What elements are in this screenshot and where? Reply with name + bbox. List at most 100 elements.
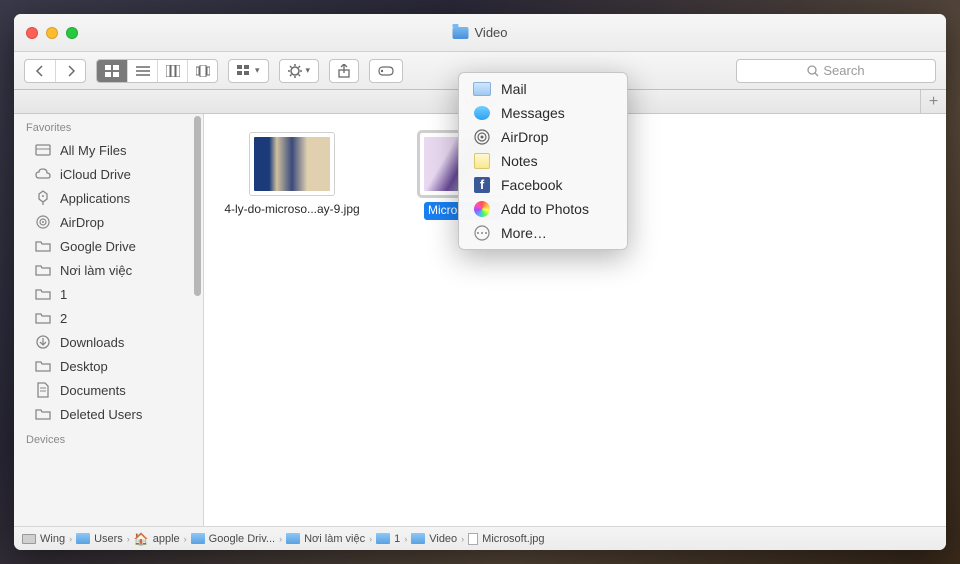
traffic-lights	[14, 27, 78, 39]
sidebar-item-label: iCloud Drive	[60, 167, 131, 182]
path-separator: ›	[69, 534, 72, 544]
close-button[interactable]	[26, 27, 38, 39]
icon-view-button[interactable]	[97, 60, 127, 82]
sidebar-item-label: AirDrop	[60, 215, 104, 230]
menu-item-label: Facebook	[501, 177, 562, 193]
path-bar: Wing › Users › 🏠apple › Google Driv... › Nơi làm…	[14, 526, 946, 550]
breadcrumb-label: apple	[153, 533, 180, 545]
breadcrumb-label: Microsoft.jpg	[482, 533, 544, 545]
sidebar-item-label: Google Drive	[60, 239, 136, 254]
share-button[interactable]	[329, 59, 359, 83]
sidebar-item[interactable]: 1	[14, 282, 203, 306]
coverflow-view-button[interactable]	[187, 60, 217, 82]
menu-item-label: Add to Photos	[501, 201, 589, 217]
folder-icon	[34, 286, 52, 302]
folder-icon	[452, 27, 468, 39]
share-menu-item-photos[interactable]: Add to Photos	[459, 197, 627, 221]
sidebar-item[interactable]: iCloud Drive	[14, 162, 203, 186]
downloads-icon	[34, 334, 52, 350]
more-icon	[473, 224, 491, 242]
path-separator: ›	[369, 534, 372, 544]
sidebar-item-label: Nơi làm việc	[60, 263, 132, 278]
share-menu-item-notes[interactable]: Notes	[459, 149, 627, 173]
sidebar-item-label: 1	[60, 287, 67, 302]
folder-icon	[34, 406, 52, 422]
all-files-icon	[34, 142, 52, 158]
sidebar: Favorites All My Files iCloud Drive Applica…	[14, 114, 204, 526]
window-title: Video	[452, 25, 507, 40]
share-menu: Mail Messages AirDrop Notes f Facebook Add to …	[458, 72, 628, 250]
file-item[interactable]: 4-ly-do-microso...ay-9.jpg	[222, 132, 362, 218]
sidebar-item[interactable]: AirDrop	[14, 210, 203, 234]
folder-icon	[34, 358, 52, 374]
path-separator: ›	[127, 534, 130, 544]
share-menu-item-more[interactable]: More…	[459, 221, 627, 245]
titlebar: Video	[14, 14, 946, 52]
sidebar-scrollbar[interactable]	[194, 116, 201, 296]
share-menu-item-facebook[interactable]: f Facebook	[459, 173, 627, 197]
sidebar-item[interactable]: Google Drive	[14, 234, 203, 258]
path-separator: ›	[279, 534, 282, 544]
sidebar-item-label: Desktop	[60, 359, 108, 374]
sidebar-item-label: All My Files	[60, 143, 126, 158]
breadcrumb-label: Nơi làm việc	[304, 533, 365, 545]
facebook-icon: f	[473, 176, 491, 194]
path-separator: ›	[461, 534, 464, 544]
search-placeholder: Search	[823, 63, 864, 78]
breadcrumb-label: 1	[394, 533, 400, 545]
notes-icon	[473, 152, 491, 170]
apps-icon	[34, 190, 52, 206]
breadcrumb-item[interactable]: Google Driv...	[191, 533, 275, 545]
sidebar-item[interactable]: Deleted Users	[14, 402, 203, 426]
file-name: 4-ly-do-microso...ay-9.jpg	[224, 202, 359, 218]
sidebar-item-label: Downloads	[60, 335, 124, 350]
breadcrumb-item[interactable]: Microsoft.jpg	[468, 533, 544, 545]
minimize-button[interactable]	[46, 27, 58, 39]
folder-icon	[34, 310, 52, 326]
path-separator: ›	[404, 534, 407, 544]
search-icon	[807, 65, 819, 77]
view-buttons	[96, 59, 218, 83]
folder-icon	[34, 238, 52, 254]
list-view-button[interactable]	[127, 60, 157, 82]
menu-item-label: Messages	[501, 105, 565, 121]
menu-item-label: AirDrop	[501, 129, 548, 145]
sidebar-item-label: Documents	[60, 383, 126, 398]
arrange-button[interactable]: ▾	[228, 59, 269, 83]
sidebar-item[interactable]: All My Files	[14, 138, 203, 162]
thumbnail	[249, 132, 335, 196]
breadcrumb-item[interactable]: 1	[376, 533, 400, 545]
share-menu-item-airdrop[interactable]: AirDrop	[459, 125, 627, 149]
search-field[interactable]: Search	[736, 59, 936, 83]
new-tab-button[interactable]: +	[920, 90, 946, 113]
sidebar-item[interactable]: Desktop	[14, 354, 203, 378]
sidebar-item[interactable]: Nơi làm việc	[14, 258, 203, 282]
forward-button[interactable]	[55, 60, 85, 82]
column-view-button[interactable]	[157, 60, 187, 82]
back-button[interactable]	[25, 60, 55, 82]
share-menu-item-mail[interactable]: Mail	[459, 77, 627, 101]
action-button[interactable]: ▾	[279, 59, 320, 83]
sidebar-header: Favorites	[14, 114, 203, 138]
sidebar-item[interactable]: 2	[14, 306, 203, 330]
tags-button[interactable]	[369, 59, 403, 83]
airdrop-icon	[473, 128, 491, 146]
document-icon	[34, 382, 52, 398]
sidebar-item[interactable]: Documents	[14, 378, 203, 402]
folder-icon	[34, 262, 52, 278]
menu-item-label: Mail	[501, 81, 527, 97]
sidebar-item-label: Applications	[60, 191, 130, 206]
menu-item-label: More…	[501, 225, 547, 241]
breadcrumb-item[interactable]: 🏠apple	[134, 532, 180, 546]
zoom-button[interactable]	[66, 27, 78, 39]
title-text: Video	[474, 25, 507, 40]
sidebar-item[interactable]: Downloads	[14, 330, 203, 354]
breadcrumb-item[interactable]: Nơi làm việc	[286, 533, 365, 545]
sidebar-header: Devices	[14, 426, 203, 450]
sidebar-item[interactable]: Applications	[14, 186, 203, 210]
breadcrumb-item[interactable]: Wing	[22, 533, 65, 545]
breadcrumb-item[interactable]: Users	[76, 533, 123, 545]
breadcrumb-item[interactable]: Video	[411, 533, 457, 545]
share-menu-item-messages[interactable]: Messages	[459, 101, 627, 125]
messages-icon	[473, 104, 491, 122]
